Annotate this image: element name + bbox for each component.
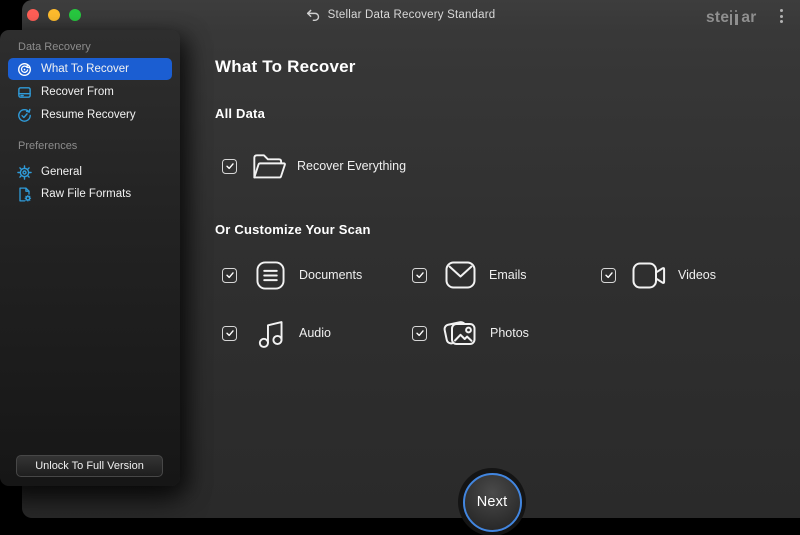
logo-text-ste: ste (706, 8, 730, 26)
customize-scan-heading: Or Customize Your Scan (215, 222, 371, 237)
category-item-documents: Documents (222, 260, 362, 290)
page-title: What To Recover (215, 57, 356, 76)
category-item-audio: Audio (222, 318, 331, 348)
documents-icon (253, 260, 287, 290)
titlebar[interactable] (22, 0, 800, 30)
unlock-full-version-button[interactable]: Unlock To Full Version (16, 455, 163, 477)
videos-checkbox[interactable] (601, 267, 616, 283)
logo-double-l-mark (730, 9, 740, 25)
file-gear-icon (16, 186, 32, 202)
logo-text-ar: ar (741, 8, 757, 26)
sidebar: Data Recovery What To Recover Recover Fr… (0, 30, 180, 486)
emails-label: Emails (489, 268, 527, 282)
documents-label: Documents (299, 268, 363, 282)
email-envelope-icon (443, 261, 477, 289)
music-note-icon (253, 318, 287, 349)
sidebar-item-what-to-recover[interactable]: What To Recover (8, 58, 172, 80)
sidebar-section-preferences: Preferences (18, 140, 78, 152)
all-data-heading: All Data (215, 106, 266, 121)
category-item-emails: Emails (412, 260, 527, 290)
photos-label: Photos (490, 326, 529, 340)
video-camera-icon (632, 262, 666, 289)
recover-everything-item: Recover Everything (222, 147, 406, 185)
audio-checkbox[interactable] (222, 325, 237, 341)
recover-circular-arrow-icon (16, 61, 32, 77)
emails-checkbox[interactable] (412, 267, 427, 283)
sidebar-item-resume-recovery[interactable]: Resume Recovery (8, 104, 172, 126)
zoom-window-button[interactable] (69, 9, 81, 21)
sidebar-item-label: Raw File Formats (41, 188, 132, 200)
screen: Stellar Data Recovery Standard ste ar Wh… (0, 0, 800, 535)
sidebar-item-general[interactable]: General (8, 161, 172, 183)
close-window-button[interactable] (27, 9, 39, 21)
stellar-logo: ste ar (706, 6, 757, 25)
category-item-photos: Photos (412, 318, 529, 348)
recover-everything-label: Recover Everything (297, 159, 407, 173)
resume-check-circle-icon (16, 107, 32, 123)
open-folder-icon (251, 150, 289, 183)
audio-label: Audio (299, 326, 331, 340)
sidebar-section-data-recovery: Data Recovery (18, 41, 91, 53)
sidebar-item-label: What To Recover (41, 63, 129, 75)
documents-checkbox[interactable] (222, 267, 237, 283)
next-button[interactable]: Next (462, 472, 522, 532)
photos-icon (442, 317, 478, 349)
sidebar-item-recover-from[interactable]: Recover From (8, 81, 172, 103)
vertical-ellipsis-menu-icon[interactable] (774, 7, 788, 25)
minimize-window-button[interactable] (48, 9, 60, 21)
sidebar-item-label: General (41, 166, 82, 178)
gear-icon (16, 164, 32, 180)
sidebar-item-label: Recover From (41, 86, 114, 98)
sidebar-item-label: Resume Recovery (41, 109, 136, 121)
sidebar-item-raw-file-formats[interactable]: Raw File Formats (8, 183, 172, 205)
photos-checkbox[interactable] (412, 325, 427, 341)
videos-label: Videos (678, 268, 716, 282)
recover-everything-checkbox[interactable] (222, 158, 237, 174)
category-item-videos: Videos (601, 260, 716, 290)
drive-icon (16, 84, 32, 100)
next-button-backdrop: Next (458, 468, 526, 535)
